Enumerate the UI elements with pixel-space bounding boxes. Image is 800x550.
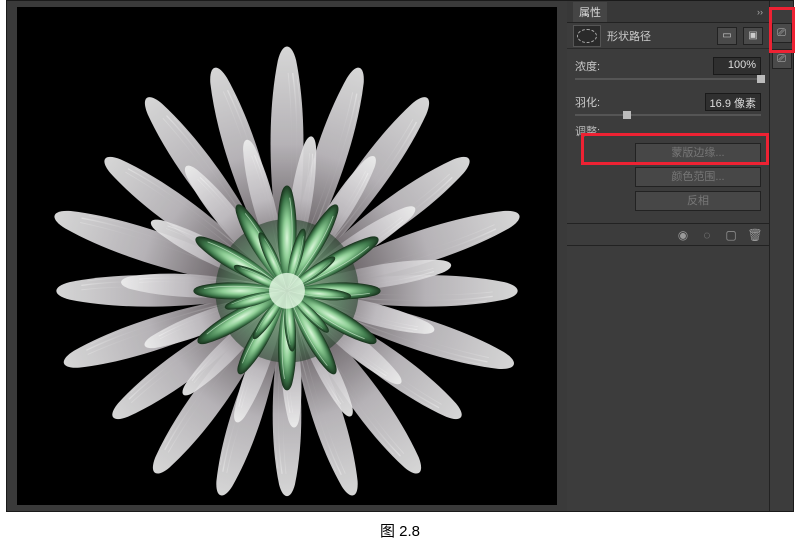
load-selection-icon[interactable]: ◌ [699,228,715,242]
mask-mode-button-1[interactable]: ▭ [717,27,737,45]
mask-type-row: 形状路径 ▭ ▣ [567,23,769,49]
feather-slider-thumb[interactable] [623,111,631,119]
canvas[interactable] [17,7,557,505]
panel-footer: ◉ ◌ ▢ 🗑 [567,223,769,245]
density-slider[interactable] [575,78,761,80]
flower-image [17,7,557,505]
panel-title: 属性 [573,2,607,22]
mask-type-label: 形状路径 [607,28,651,44]
apply-mask-icon[interactable]: ▢ [723,228,739,242]
color-range-button[interactable]: 颜色范围... [635,167,761,187]
properties-panel: 属性 ›› 形状路径 ▭ ▣ 浓度: 100% [567,1,769,511]
dock-icon-2[interactable]: ⎚ [772,49,792,69]
figure-caption: 图 2.8 [0,512,800,541]
app-window: 属性 ›› 形状路径 ▭ ▣ 浓度: 100% [6,0,794,512]
density-row: 浓度: 100% [575,55,761,77]
feather-label: 羽化: [575,94,600,110]
adjust-heading: 调整: [575,123,761,139]
delete-mask-icon[interactable]: 🗑 [747,228,763,242]
canvas-area [7,1,567,511]
mask-edge-button[interactable]: 蒙版边缘... [635,143,761,163]
panel-header[interactable]: 属性 ›› [567,1,769,23]
collapse-icon[interactable]: ›› [757,7,763,17]
dock-strip: ⎚ ⎚ [769,1,793,511]
dock-icon-1[interactable]: ⎚ [772,23,792,43]
mask-mode-button-2[interactable]: ▣ [743,27,763,45]
feather-slider[interactable] [575,114,761,116]
invert-button[interactable]: 反相 [635,191,761,211]
density-slider-thumb[interactable] [757,75,765,83]
toggle-visibility-icon[interactable]: ◉ [675,228,691,242]
feather-value[interactable]: 16.9 像素 [705,93,761,111]
density-value[interactable]: 100% [713,57,761,75]
feather-row: 羽化: 16.9 像素 [575,91,761,113]
mask-thumbnail-icon[interactable] [573,25,601,47]
density-label: 浓度: [575,58,600,74]
